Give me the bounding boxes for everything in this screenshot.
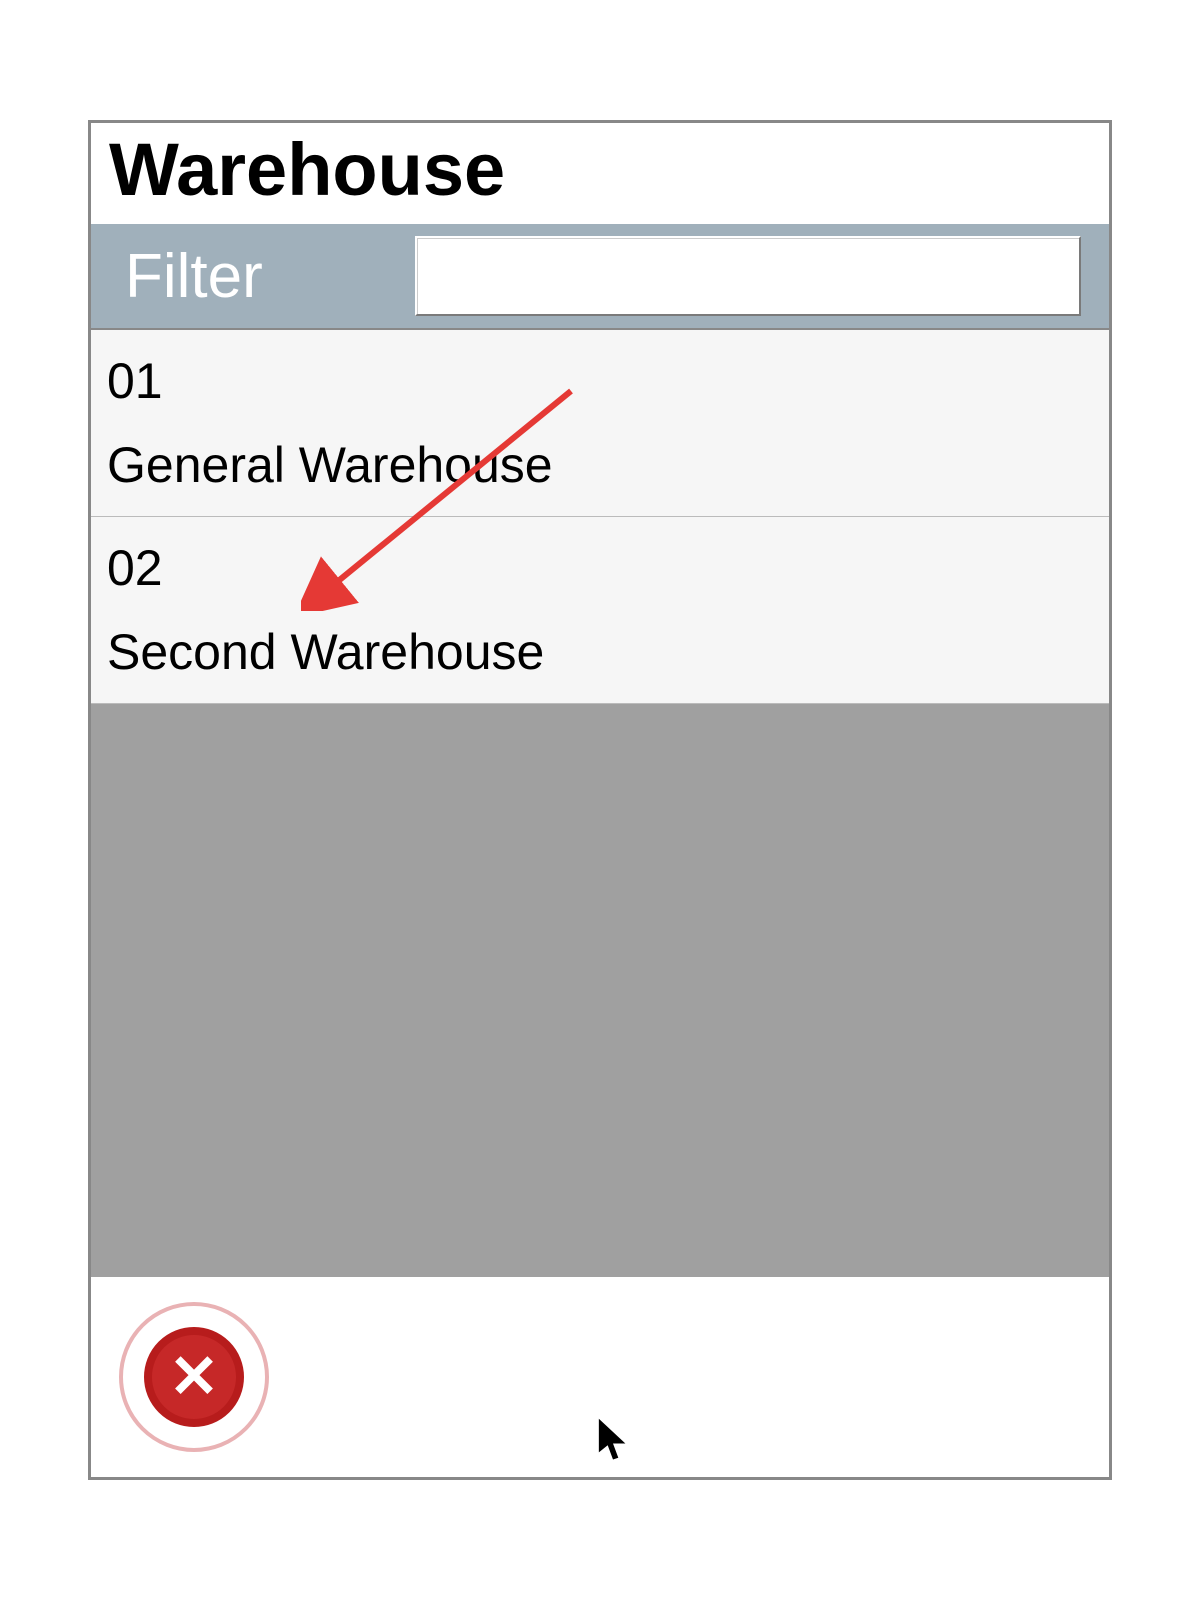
item-name: Second Warehouse xyxy=(107,623,1093,681)
close-button-ring xyxy=(119,1302,269,1452)
item-code: 02 xyxy=(107,539,1093,597)
warehouse-list: 01 General Warehouse 02 Second Warehouse xyxy=(91,328,1109,1277)
filter-input[interactable] xyxy=(415,236,1081,316)
page-title: Warehouse xyxy=(109,127,1091,212)
warehouse-panel: Warehouse Filter 01 General Warehouse 02… xyxy=(88,120,1112,1480)
cursor-icon xyxy=(596,1417,630,1463)
filter-bar: Filter xyxy=(91,224,1109,328)
item-code: 01 xyxy=(107,352,1093,410)
title-bar: Warehouse xyxy=(91,123,1109,224)
footer-bar: ✕ xyxy=(91,1277,1109,1477)
list-item[interactable]: 01 General Warehouse xyxy=(91,330,1109,517)
item-name: General Warehouse xyxy=(107,436,1093,494)
canvas: Warehouse Filter 01 General Warehouse 02… xyxy=(0,0,1200,1600)
list-item[interactable]: 02 Second Warehouse xyxy=(91,517,1109,704)
filter-label: Filter xyxy=(125,241,395,312)
close-button[interactable]: ✕ xyxy=(119,1302,269,1452)
